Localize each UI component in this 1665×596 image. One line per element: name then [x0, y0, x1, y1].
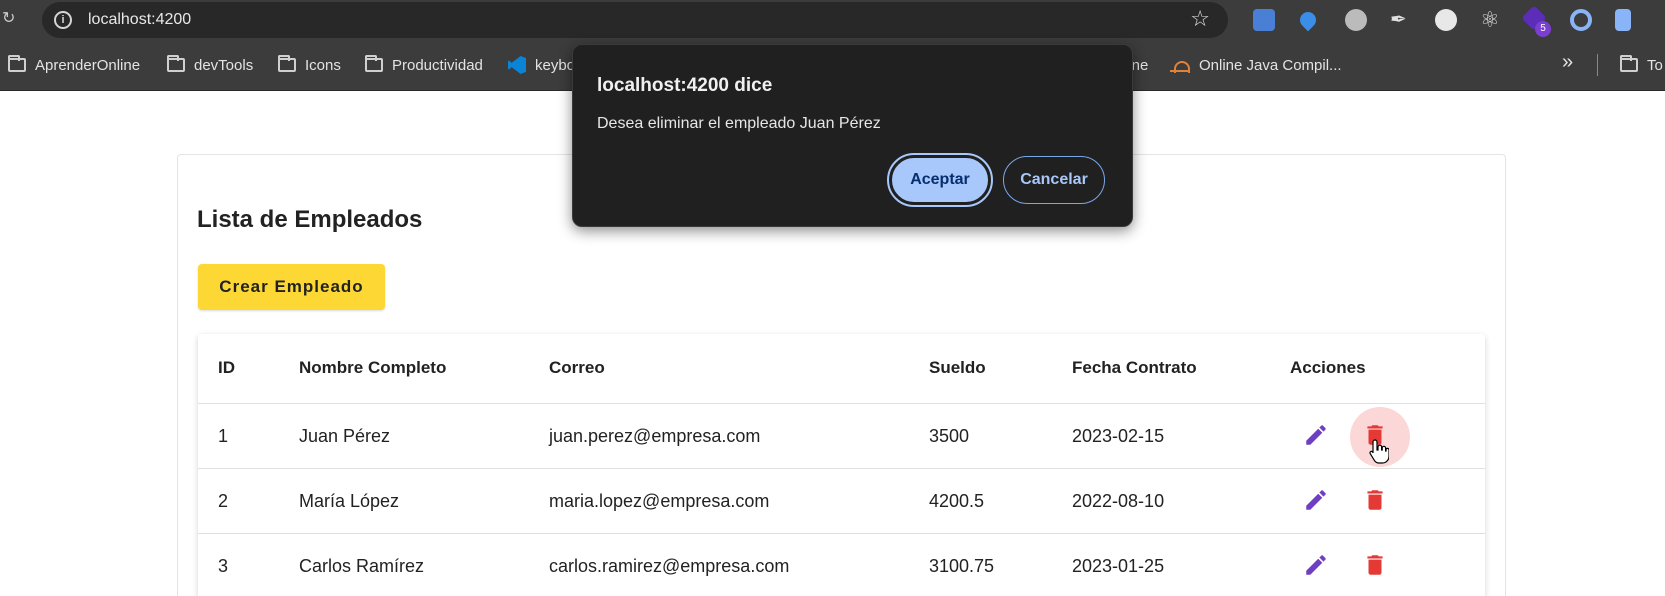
extension-badge: 5: [1535, 21, 1551, 37]
bookmark-productividad[interactable]: Productividad: [365, 54, 483, 76]
delete-icon[interactable]: [1362, 487, 1388, 513]
row-divider: [198, 403, 1485, 404]
header-date: Fecha Contrato: [1072, 358, 1197, 377]
bookmark-label: Online Java Compil...: [1199, 56, 1342, 74]
delete-icon[interactable]: [1362, 552, 1388, 578]
react-devtools-icon[interactable]: ⚛: [1480, 9, 1502, 31]
accept-button[interactable]: Aceptar: [887, 153, 993, 207]
cell-email: carlos.ramirez@empresa.com: [549, 556, 790, 576]
bookmark-label: AprenderOnline: [35, 56, 141, 74]
translate-extension-icon[interactable]: [1253, 9, 1275, 31]
cell-name: María López: [299, 491, 400, 511]
bookmark-divider: [1597, 54, 1598, 76]
bookmark-keybo[interactable]: keybo: [508, 54, 575, 76]
bookmark-to[interactable]: To: [1620, 54, 1663, 76]
row-divider: [198, 533, 1485, 534]
bookmark-devtools[interactable]: devTools: [167, 54, 253, 76]
employee-table: ID Nombre Completo Correo Sueldo Fecha C…: [198, 334, 1485, 596]
header-actions: Acciones: [1290, 358, 1366, 377]
cell-salary: 3100.75: [929, 556, 995, 576]
bookmark-online-java-compiler[interactable]: Online Java Compil...: [1170, 54, 1342, 76]
cell-date: 2022-08-10: [1072, 491, 1165, 511]
bookmark-aprenderonline[interactable]: AprenderOnline: [8, 54, 140, 76]
more-bookmarks-icon[interactable]: »: [1562, 51, 1573, 74]
edit-icon[interactable]: [1303, 552, 1329, 578]
cell-salary: 4200.5: [929, 491, 985, 511]
cell-salary: 3500: [929, 426, 970, 446]
extension-icon[interactable]: [1570, 9, 1592, 31]
sunset-icon: [1170, 58, 1190, 73]
cell-email: juan.perez@empresa.com: [549, 426, 761, 446]
url-text[interactable]: localhost:4200: [88, 11, 191, 29]
bookmark-label: To: [1647, 56, 1663, 74]
panda-extension-icon[interactable]: [1435, 9, 1457, 31]
cell-date: 2023-01-25: [1072, 556, 1165, 576]
header-id: ID: [218, 358, 235, 377]
cancel-button[interactable]: Cancelar: [1003, 156, 1105, 204]
dialog-message: Desea eliminar el empleado Juan Pérez: [597, 115, 881, 132]
cell-id: 3: [218, 556, 229, 576]
header-name: Nombre Completo: [299, 358, 447, 377]
folder-icon: [365, 55, 383, 72]
bookmark-icons[interactable]: Icons: [278, 54, 341, 76]
edit-icon[interactable]: [1303, 487, 1329, 513]
bookmark-label: Icons: [305, 56, 341, 74]
edit-icon[interactable]: [1303, 422, 1329, 448]
cell-name: Juan Pérez: [299, 426, 391, 446]
folder-icon: [167, 55, 185, 72]
create-employee-button[interactable]: Crear Empleado: [198, 264, 385, 310]
header-salary: Sueldo: [929, 358, 986, 377]
cell-id: 1: [218, 426, 229, 446]
extension-icon[interactable]: [1345, 9, 1367, 31]
row-divider: [198, 468, 1485, 469]
folder-icon: [1620, 55, 1638, 72]
browser-toolbar: ↻ i localhost:4200 ☆ ✒ ⚛ 5: [0, 0, 1665, 40]
cell-date: 2023-02-15: [1072, 426, 1165, 446]
gem-extension-icon[interactable]: [1296, 8, 1320, 32]
header-email: Correo: [549, 358, 605, 377]
bookmark-label: keybo: [535, 56, 576, 74]
folder-icon: [8, 55, 26, 72]
extension-icon[interactable]: [1615, 9, 1631, 31]
bookmark-label: devTools: [194, 56, 254, 74]
hand-cursor-icon: [1369, 439, 1389, 464]
dialog-title: localhost:4200 dice: [597, 75, 773, 96]
cell-id: 2: [218, 491, 229, 511]
bookmark-star-icon[interactable]: ☆: [1190, 8, 1210, 30]
cell-email: maria.lopez@empresa.com: [549, 491, 770, 511]
eyedropper-icon[interactable]: ✒: [1390, 9, 1412, 31]
vscode-icon: [508, 56, 526, 74]
site-info-icon[interactable]: i: [54, 11, 72, 29]
reload-icon[interactable]: ↻: [2, 9, 22, 29]
bookmark-label: Productividad: [392, 56, 483, 74]
page-title: Lista de Empleados: [197, 206, 423, 233]
confirm-dialog: localhost:4200 dice Desea eliminar el em…: [572, 44, 1133, 227]
cell-name: Carlos Ramírez: [299, 556, 425, 576]
address-bar[interactable]: i localhost:4200 ☆: [42, 2, 1228, 38]
folder-icon: [278, 55, 296, 72]
